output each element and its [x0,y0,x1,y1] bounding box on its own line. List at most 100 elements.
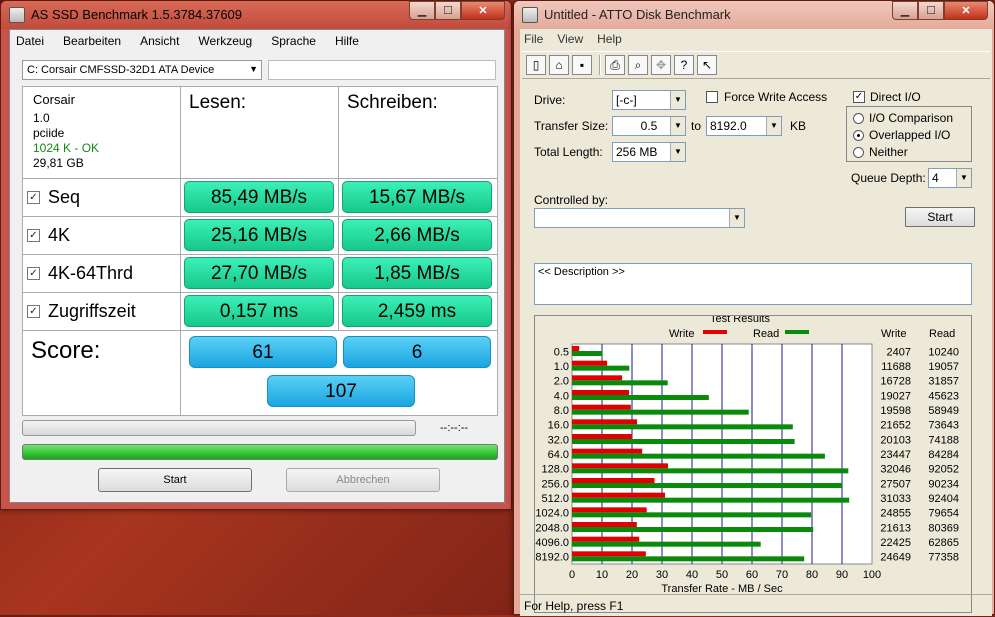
menu-ansicht[interactable]: Ansicht [140,34,179,48]
queue-depth-select[interactable]: 4 ▼ [928,168,972,188]
menu-bar: File View Help [520,29,992,49]
score-label-cell: Score: [23,331,181,415]
transfer-from-select[interactable]: 0.5 ▼ [612,116,686,136]
transfer-to-select[interactable]: 8192.0 ▼ [706,116,782,136]
row-access-label[interactable]: ✓ Zugriffszeit [27,301,136,322]
read-bar [572,468,849,474]
4k-write-value: 2,66 MB/s [342,219,492,251]
read-value: 77358 [928,552,959,564]
menu-werkzeug[interactable]: Werkzeug [198,34,252,48]
read-bar [572,395,709,400]
context-help-icon[interactable]: ↖ [697,55,717,75]
menu-bearbeiten[interactable]: Bearbeiten [63,34,121,48]
menu-help[interactable]: Help [597,32,622,46]
maximize-button[interactable]: ☐ [435,1,461,20]
menu-hilfe[interactable]: Hilfe [335,34,359,48]
print-preview-icon[interactable]: ⌕ [628,55,648,75]
help-icon[interactable]: ? [674,55,694,75]
minimize-button[interactable]: ▁ [409,1,435,20]
device-select-value: C: Corsair CMFSSD-32D1 ATA Device [27,64,215,76]
move-icon[interactable]: ✥ [651,55,671,75]
score-area: 61 6 107 [181,331,497,415]
results-title: Test Results [710,316,770,325]
drive-size: 29,81 GB [33,156,84,170]
drive-select-value: [-c-] [616,93,637,107]
close-button[interactable]: ✕ [944,1,988,20]
drive-vendor: Corsair [33,92,75,107]
controlled-by-select[interactable]: ▼ [534,208,745,228]
write-header-cell: Schreiben: [339,87,497,179]
status-bar: For Help, press F1 [520,594,992,616]
checkbox-4k64[interactable]: ✓ [27,267,40,280]
start-button[interactable]: Start [905,207,975,227]
queue-depth-label: Queue Depth: [851,171,926,185]
close-button[interactable]: ✕ [461,1,505,20]
start-button[interactable]: Start [98,468,252,492]
menu-sprache[interactable]: Sprache [271,34,316,48]
read-bar [572,351,603,356]
maximize-button[interactable]: ☐ [918,1,944,20]
as-ssd-titlebar[interactable]: AS SSD Benchmark 1.5.3784.37609 ▁ ☐ ✕ [1,1,511,29]
row-4k64-label[interactable]: ✓ 4K-64Thrd [27,263,133,284]
checkbox-4k[interactable]: ✓ [27,229,40,242]
legend-read-label: Read [753,328,779,340]
access-read-cell: 0,157 ms [181,293,339,331]
row-seq-label[interactable]: ✓ Seq [27,187,80,208]
new-icon[interactable]: ▯ [526,55,546,75]
description-textbox[interactable]: << Description >> [534,263,972,305]
open-icon[interactable]: ⌂ [549,55,569,75]
checkbox-access[interactable]: ✓ [27,305,40,318]
write-bar [572,478,655,483]
total-length-select[interactable]: 256 MB ▼ [612,142,686,162]
io-comparison-radio[interactable] [853,113,864,124]
write-bar [572,522,637,527]
io-comparison-label: I/O Comparison [869,111,954,125]
x-tick-label: 70 [776,569,788,581]
read-bar [572,365,630,371]
menu-datei[interactable]: Datei [16,34,44,48]
drive-select[interactable]: [-c-] ▼ [612,90,686,110]
window-title: Untitled - ATTO Disk Benchmark [544,7,731,22]
transfer-size-label: Transfer Size: [534,119,609,133]
test-results-panel: Test Results Write Read Write Read 0 10 20 30 40 5… [534,313,972,613]
checkbox-seq[interactable]: ✓ [27,191,40,204]
force-write-checkbox[interactable] [706,91,718,103]
read-bar [572,512,812,518]
cancel-button[interactable]: Abbrechen [286,468,440,492]
y-tick-label: 256.0 [541,478,569,490]
progress-bar-full [22,444,498,460]
app-icon [9,7,25,23]
toolbar-separator [599,55,601,75]
write-value: 22425 [880,537,911,549]
drive-info: Corsair 1.0 pciide 1024 K - OK 29,81 GB [33,92,99,171]
menu-view[interactable]: View [557,32,583,46]
4k-read-cell: 25,16 MB/s [181,217,339,255]
direct-io-checkbox[interactable]: ✓ [853,91,865,103]
atto-window: Untitled - ATTO Disk Benchmark ▁ ☐ ✕ Fil… [513,0,995,616]
atto-titlebar[interactable]: Untitled - ATTO Disk Benchmark ▁ ☐ ✕ [514,1,994,29]
row-access-text: Zugriffszeit [48,301,136,321]
read-value: 92404 [928,493,959,505]
minimize-button[interactable]: ▁ [892,1,918,20]
access-write-value: 2,459 ms [342,295,492,327]
device-text-field[interactable] [268,60,496,80]
seq-write-cell: 15,67 MB/s [339,179,497,217]
menu-file[interactable]: File [524,32,543,46]
neither-radio[interactable] [853,147,864,158]
write-value: 19027 [880,390,911,402]
print-icon[interactable]: ⎙ [605,55,625,75]
read-value: 62865 [928,537,959,549]
4k64-read-value: 27,70 MB/s [184,257,334,289]
row-4k-label[interactable]: ✓ 4K [27,225,70,246]
as-ssd-client: Datei Bearbeiten Ansicht Werkzeug Sprach… [9,29,505,503]
total-length-label: Total Length: [534,145,603,159]
x-tick-label: 80 [806,569,818,581]
overlapped-io-radio[interactable] [853,130,864,141]
4k64-write-value: 1,85 MB/s [342,257,492,289]
save-icon[interactable]: ▪ [572,55,592,75]
x-tick-label: 10 [596,569,608,581]
force-write-label: Force Write Access [724,90,828,104]
read-bar [572,556,805,562]
device-select[interactable]: C: Corsair CMFSSD-32D1 ATA Device ▼ [22,60,262,80]
y-tick-label: 8.0 [554,405,569,417]
